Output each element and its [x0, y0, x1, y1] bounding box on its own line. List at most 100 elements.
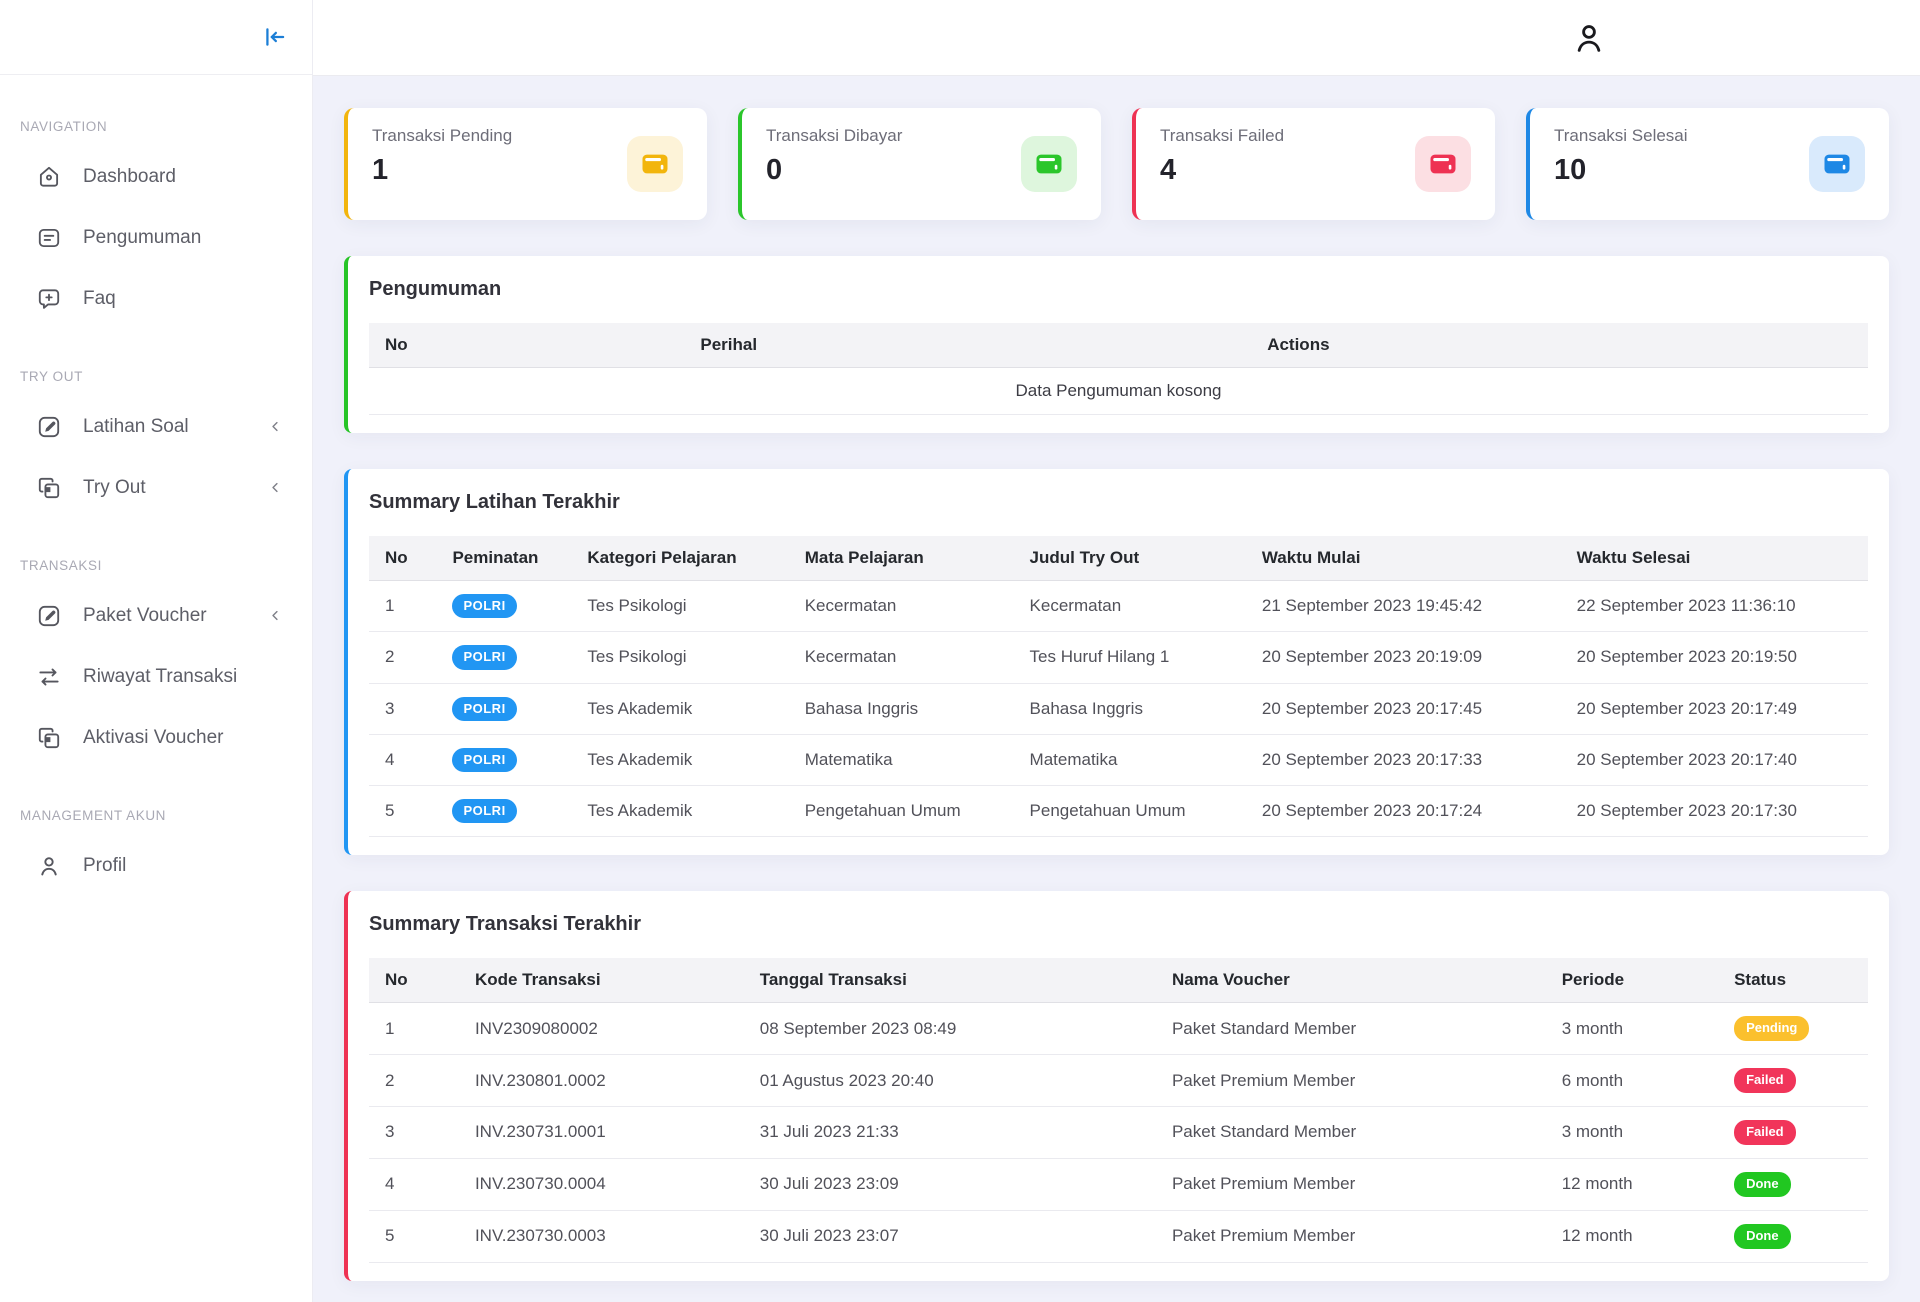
cell-mata: Kecermatan: [789, 581, 1014, 632]
cell-mata: Bahasa Inggris: [789, 683, 1014, 734]
summary-latihan-table: No Peminatan Kategori Pelajaran Mata Pel…: [369, 536, 1868, 837]
stat-card-transaksi-selesai: Transaksi Selesai 10: [1526, 108, 1889, 220]
column-header: Periode: [1546, 958, 1718, 1003]
cell-peminatan: POLRI: [436, 683, 571, 734]
cell-no: 5: [369, 786, 436, 837]
wallet-icon-glyph: [1428, 149, 1458, 179]
peminatan-badge: POLRI: [452, 594, 516, 618]
sidebar-item-label: Aktivasi Voucher: [83, 727, 223, 749]
table-row: 4 POLRI Tes Akademik Matematika Matemati…: [369, 734, 1868, 785]
pengumuman-table: No Perihal Actions Data Pengumuman koson…: [369, 323, 1868, 415]
stat-card-transaksi-pending: Transaksi Pending 1: [344, 108, 707, 220]
sidebar-item-label: Dashboard: [83, 166, 176, 188]
sidebar-item-faq[interactable]: Faq: [0, 268, 312, 329]
card-title: Pengumuman: [348, 256, 1889, 301]
cell-kode-transaksi: INV2309080002: [459, 1003, 744, 1055]
empty-state-row: Data Pengumuman kosong: [369, 368, 1868, 415]
column-header: Peminatan: [436, 536, 571, 581]
chevron-left-icon: [267, 418, 284, 435]
cell-waktu-mulai: 20 September 2023 20:17:24: [1246, 786, 1561, 837]
cell-no: 2: [369, 632, 436, 683]
cell-kode-transaksi: INV.230730.0004: [459, 1158, 744, 1210]
table-row: 1 INV2309080002 08 September 2023 08:49 …: [369, 1003, 1868, 1055]
cell-peminatan: POLRI: [436, 734, 571, 785]
cell-mata: Kecermatan: [789, 632, 1014, 683]
cell-status: Done: [1718, 1158, 1868, 1210]
sidebar-item-latihan-soal[interactable]: Latihan Soal: [0, 396, 312, 457]
column-header: Mata Pelajaran: [789, 536, 1014, 581]
cell-kategori: Tes Psikologi: [571, 632, 788, 683]
cell-tanggal: 30 Juli 2023 23:09: [744, 1158, 1156, 1210]
sidebar-item-dashboard[interactable]: Dashboard: [0, 146, 312, 207]
home-icon: [35, 163, 62, 190]
sidebar-item-try-out[interactable]: Try Out: [0, 457, 312, 518]
cell-no: 5: [369, 1210, 459, 1262]
cell-nama-voucher: Paket Premium Member: [1156, 1055, 1546, 1107]
card-title: Summary Transaksi Terakhir: [348, 891, 1889, 936]
collapse-sidebar-icon[interactable]: [262, 24, 288, 50]
cell-nama-voucher: Paket Premium Member: [1156, 1158, 1546, 1210]
cell-peminatan: POLRI: [436, 632, 571, 683]
sidebar-item-profil[interactable]: Profil: [0, 835, 312, 896]
nav-section-label: MANAGEMENT AKUN: [20, 808, 292, 823]
status-badge: Done: [1734, 1224, 1791, 1249]
cell-tanggal: 01 Agustus 2023 20:40: [744, 1055, 1156, 1107]
pengumuman-card: Pengumuman No Perihal Actions Data Pe: [344, 256, 1889, 433]
summary-transaksi-card: Summary Transaksi Terakhir No Kode Trans…: [344, 891, 1889, 1280]
stat-info: Transaksi Failed 4: [1160, 124, 1284, 204]
cell-waktu-mulai: 20 September 2023 20:17:33: [1246, 734, 1561, 785]
column-header: Waktu Selesai: [1561, 536, 1868, 581]
nav-section-label: TRY OUT: [20, 369, 292, 384]
cell-kategori: Tes Akademik: [571, 734, 788, 785]
table-row: 2 POLRI Tes Psikologi Kecermatan Tes Hur…: [369, 632, 1868, 683]
sidebar-item-label: Profil: [83, 855, 126, 877]
column-header: Status: [1718, 958, 1868, 1003]
table-row: 5 POLRI Tes Akademik Pengetahuan Umum Pe…: [369, 786, 1868, 837]
table-row: 5 INV.230730.0003 30 Juli 2023 23:07 Pak…: [369, 1210, 1868, 1262]
cell-judul: Pengetahuan Umum: [1014, 786, 1246, 837]
wallet-icon: [1809, 136, 1865, 192]
sidebar-item-pengumuman[interactable]: Pengumuman: [0, 207, 312, 268]
cell-periode: 3 month: [1546, 1003, 1718, 1055]
stat-label: Transaksi Failed: [1160, 126, 1284, 146]
cell-mata: Pengetahuan Umum: [789, 786, 1014, 837]
cell-waktu-selesai: 20 September 2023 20:17:40: [1561, 734, 1868, 785]
column-header: Judul Try Out: [1014, 536, 1246, 581]
cell-kode-transaksi: INV.230801.0002: [459, 1055, 744, 1107]
cell-no: 3: [369, 683, 436, 734]
sidebar-item-aktivasi-voucher[interactable]: Aktivasi Voucher: [0, 707, 312, 768]
cell-nama-voucher: Paket Standard Member: [1156, 1003, 1546, 1055]
user-icon: [35, 852, 62, 879]
sidebar-item-paket-voucher[interactable]: Paket Voucher: [0, 585, 312, 646]
column-header: Tanggal Transaksi: [744, 958, 1156, 1003]
wallet-icon: [627, 136, 683, 192]
summary-transaksi-table: No Kode Transaksi Tanggal Transaksi Nama…: [369, 958, 1868, 1262]
sidebar-item-riwayat-transaksi[interactable]: Riwayat Transaksi: [0, 646, 312, 707]
cell-waktu-mulai: 20 September 2023 20:17:45: [1246, 683, 1561, 734]
stat-card-row: Transaksi Pending 1 Transaksi Dibayar 0: [344, 108, 1889, 220]
cell-tanggal: 30 Juli 2023 23:07: [744, 1210, 1156, 1262]
sidebar-header: [0, 0, 312, 75]
chevron-left-icon: [267, 479, 284, 496]
stat-label: Transaksi Dibayar: [766, 126, 902, 146]
stat-info: Transaksi Pending 1: [372, 124, 512, 204]
nav-section-label: NAVIGATION: [20, 119, 292, 134]
user-menu-icon[interactable]: [1570, 19, 1608, 57]
cell-judul: Bahasa Inggris: [1014, 683, 1246, 734]
card-title: Summary Latihan Terakhir: [348, 469, 1889, 514]
stat-info: Transaksi Dibayar 0: [766, 124, 902, 204]
column-header: No: [369, 323, 489, 368]
sidebar-item-label: Riwayat Transaksi: [83, 666, 237, 688]
cell-periode: 12 month: [1546, 1158, 1718, 1210]
cell-no: 4: [369, 734, 436, 785]
cell-periode: 3 month: [1546, 1107, 1718, 1159]
status-badge: Failed: [1734, 1120, 1796, 1145]
stat-info: Transaksi Selesai 10: [1554, 124, 1688, 204]
transfer-icon: [35, 663, 62, 690]
cell-judul: Tes Huruf Hilang 1: [1014, 632, 1246, 683]
column-header: Perihal: [489, 323, 969, 368]
copy-icon: [35, 724, 62, 751]
announcement-icon: [35, 224, 62, 251]
cell-periode: 6 month: [1546, 1055, 1718, 1107]
topbar: [313, 0, 1920, 76]
